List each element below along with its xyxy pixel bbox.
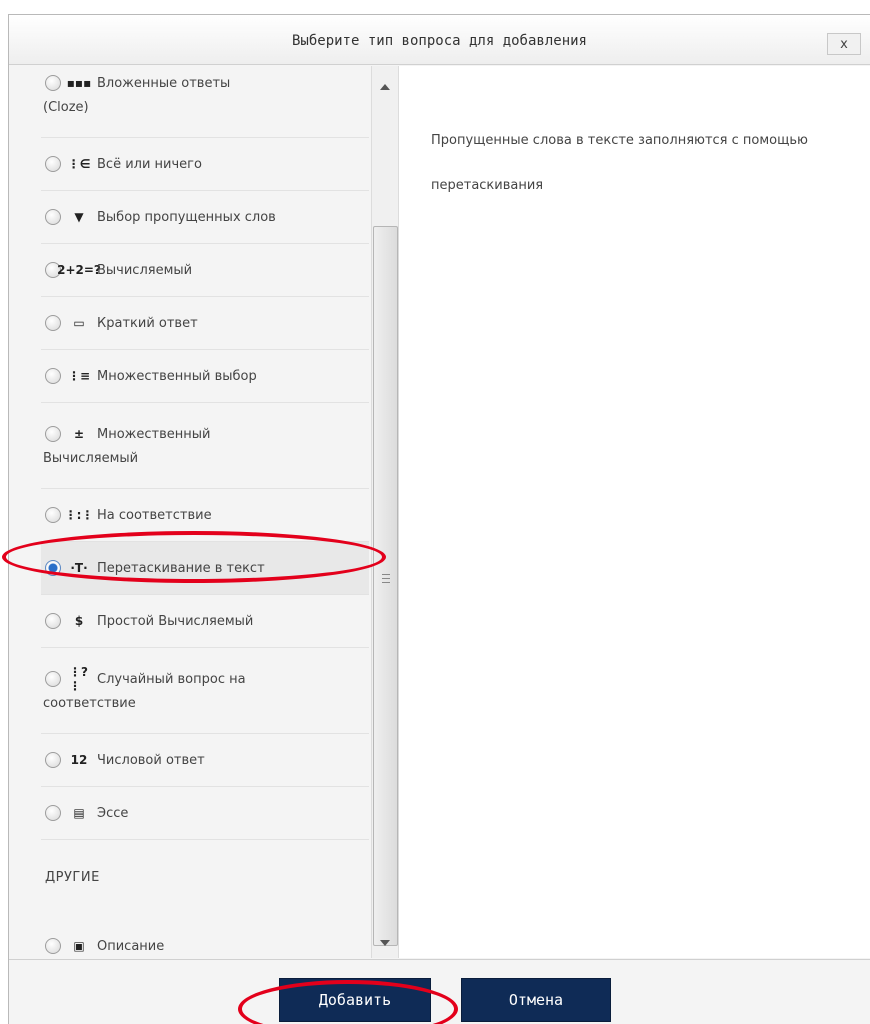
- cloze-icon: ▪▪▪: [66, 76, 92, 90]
- scroll-thumb[interactable]: [373, 226, 398, 946]
- question-type-item[interactable]: ± Множественный Вычисляемый: [41, 403, 369, 489]
- question-type-label-continued: Вычисляемый: [43, 451, 139, 466]
- question-type-item[interactable]: ▣ Описание: [41, 920, 369, 958]
- radio-button[interactable]: [45, 156, 61, 172]
- question-type-item[interactable]: ⋮≡ Множественный выбор: [41, 350, 369, 403]
- close-button[interactable]: x: [827, 33, 861, 55]
- cancel-button[interactable]: Отмена: [461, 978, 611, 1022]
- question-type-label: На соответствие: [97, 507, 212, 523]
- radio-button[interactable]: [45, 426, 61, 442]
- radio-button[interactable]: [45, 671, 61, 687]
- question-type-label: Вычисляемый: [97, 262, 193, 278]
- multichoice-icon: ⋮≡: [67, 369, 91, 383]
- question-type-label: Вложенные ответы: [97, 75, 231, 91]
- question-type-item[interactable]: ▤ Эссе: [41, 787, 369, 840]
- page-top-strip: [0, 0, 870, 14]
- radio-button[interactable]: [45, 752, 61, 768]
- description-icon: ▣: [73, 939, 85, 953]
- add-button[interactable]: Добавить: [279, 978, 431, 1022]
- question-type-item[interactable]: ▪▪▪ Вложенные ответы (Cloze): [41, 66, 369, 138]
- question-type-item[interactable]: 12 Числовой ответ: [41, 734, 369, 787]
- question-type-dialog: Выберите тип вопроса для добавления x ▪▪…: [8, 14, 870, 1024]
- dialog-body: ▪▪▪ Вложенные ответы (Cloze) ⋮∈ Всё или ниче…: [9, 66, 870, 958]
- question-type-label: Описание: [97, 938, 165, 954]
- radio-button[interactable]: [45, 315, 61, 331]
- radio-button[interactable]: [45, 560, 61, 576]
- radio-button[interactable]: [45, 75, 61, 91]
- scroll-up-arrow-icon[interactable]: [380, 84, 390, 90]
- random-matching-icon: ⋮?⋮: [69, 665, 88, 693]
- radio-button[interactable]: [45, 938, 61, 954]
- question-type-description: Пропущенные слова в тексте заполняются с…: [431, 133, 808, 193]
- question-type-label-continued: соответствие: [43, 696, 136, 711]
- question-type-label: Простой Вычисляемый: [97, 613, 254, 629]
- all-or-nothing-icon: ⋮∈: [67, 157, 91, 171]
- description-panel: Пропущенные слова в тексте заполняются с…: [401, 66, 870, 958]
- dialog-footer: Добавить Отмена: [9, 959, 870, 1024]
- drag-drop-text-icon: ·T·: [70, 561, 88, 575]
- list-scrollbar[interactable]: [371, 66, 399, 958]
- radio-button[interactable]: [45, 507, 61, 523]
- dialog-titlebar: Выберите тип вопроса для добавления x: [9, 15, 870, 65]
- question-type-list: ▪▪▪ Вложенные ответы (Cloze) ⋮∈ Всё или ниче…: [41, 66, 369, 958]
- question-type-label: Случайный вопрос на: [97, 671, 246, 687]
- short-answer-icon: ▭: [73, 316, 85, 330]
- question-type-label: Множественный выбор: [97, 368, 257, 384]
- calculated-icon: 2+2=?: [57, 263, 101, 277]
- radio-button[interactable]: [45, 368, 61, 384]
- question-type-label: Всё или ничего: [97, 156, 202, 172]
- question-type-label: Эссе: [97, 805, 129, 821]
- scroll-down-arrow-icon[interactable]: [380, 940, 390, 946]
- question-type-label: Числовой ответ: [97, 752, 205, 768]
- numerical-icon: 12: [70, 753, 88, 767]
- simple-calculated-icon: $: [74, 614, 84, 628]
- calculated-multi-icon: ±: [73, 427, 85, 441]
- matching-icon: ⋮:⋮: [64, 508, 94, 522]
- radio-button[interactable]: [45, 613, 61, 629]
- radio-button[interactable]: [45, 805, 61, 821]
- question-type-item[interactable]: ▭ Краткий ответ: [41, 297, 369, 350]
- question-type-label-continued: (Cloze): [43, 100, 89, 115]
- question-type-item[interactable]: ·T· Перетаскивание в текст: [41, 542, 369, 595]
- question-type-label: Перетаскивание в текст: [97, 560, 265, 576]
- question-type-item[interactable]: ⋮?⋮ Случайный вопрос на соответствие: [41, 648, 369, 734]
- question-type-item[interactable]: 2+2=? Вычисляемый: [41, 244, 369, 297]
- dropdown-icon: ▼: [74, 210, 84, 224]
- radio-button[interactable]: [45, 209, 61, 225]
- question-type-label: Выбор пропущенных слов: [97, 209, 276, 225]
- dialog-title: Выберите тип вопроса для добавления: [291, 33, 587, 49]
- scroll-grip-icon: [382, 574, 390, 583]
- question-type-item[interactable]: $ Простой Вычисляемый: [41, 595, 369, 648]
- question-type-label: Множественный: [97, 426, 211, 442]
- question-type-label: Краткий ответ: [97, 315, 198, 331]
- question-type-list-panel: ▪▪▪ Вложенные ответы (Cloze) ⋮∈ Всё или ниче…: [9, 66, 371, 958]
- question-type-item[interactable]: ⋮:⋮ На соответствие: [41, 489, 369, 542]
- section-heading-other: ДРУГИЕ: [45, 870, 100, 885]
- question-type-item[interactable]: ▼ Выбор пропущенных слов: [41, 191, 369, 244]
- essay-icon: ▤: [73, 806, 85, 820]
- question-type-item[interactable]: ⋮∈ Всё или ничего: [41, 138, 369, 191]
